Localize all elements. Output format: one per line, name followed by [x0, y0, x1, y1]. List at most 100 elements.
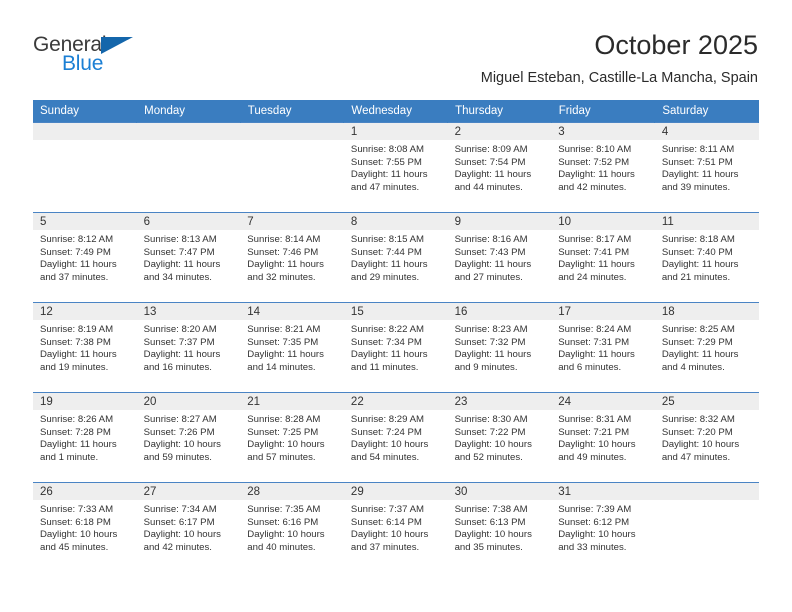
day-number: 17	[551, 303, 655, 320]
day-number	[33, 123, 137, 140]
page-title: October 2025	[594, 30, 758, 60]
day-details: Sunrise: 8:09 AM Sunset: 7:54 PM Daylight:…	[448, 140, 552, 194]
calendar-week-row: 26 Sunrise: 7:33 AM Sunset: 6:18 PM Dayligh…	[33, 482, 759, 572]
sunrise-text: Sunrise: 8:12 AM	[40, 234, 114, 245]
daylight-text-line1: Daylight: 10 hours	[558, 529, 636, 541]
calendar-day-cell[interactable]: 7 Sunrise: 8:14 AM Sunset: 7:46 PM Daylight…	[240, 212, 344, 303]
calendar-day-cell[interactable]: 6 Sunrise: 8:13 AM Sunset: 7:47 PM Daylight…	[136, 212, 241, 303]
calendar-day-cell[interactable]: 17 Sunrise: 8:24 AM Sunset: 7:31 PM Dayligh…	[551, 302, 655, 393]
sunset-text: Sunset: 7:31 PM	[558, 336, 630, 348]
sunrise-text: Sunrise: 7:37 AM	[350, 504, 424, 515]
sunrise-text: Sunrise: 7:34 AM	[143, 504, 217, 515]
daylight-text-line1: Daylight: 11 hours	[40, 439, 117, 451]
calendar-day-cell[interactable]: 11 Sunrise: 8:18 AM Sunset: 7:40 PM Dayligh…	[654, 212, 759, 303]
sunrise-text: Sunrise: 8:30 AM	[454, 414, 528, 425]
daylight-text-line1: Daylight: 11 hours	[558, 259, 635, 271]
sunset-text: Sunset: 7:54 PM	[454, 156, 526, 168]
day-number: 9	[447, 213, 552, 230]
daylight-text-line2: and 24 minutes.	[558, 271, 627, 283]
page-subtitle: Miguel Esteban, Castille-La Mancha, Spai…	[480, 70, 758, 86]
day-details: Sunrise: 8:28 AM Sunset: 7:25 PM Daylight:…	[240, 410, 344, 464]
sunset-text: Sunset: 7:40 PM	[661, 246, 733, 258]
sunset-text: Sunset: 7:26 PM	[143, 426, 215, 438]
triangle-icon	[101, 37, 133, 54]
sunrise-text: Sunrise: 8:23 AM	[454, 324, 528, 335]
sunrise-text: Sunrise: 7:39 AM	[558, 504, 632, 515]
sunset-text: Sunset: 6:18 PM	[40, 516, 111, 528]
calendar-body: 1 Sunrise: 8:08 AM Sunset: 7:55 PM Daylight…	[33, 122, 759, 572]
day-number: 29	[343, 483, 448, 500]
calendar-day-cell[interactable]: 4 Sunrise: 8:11 AM Sunset: 7:51 PM Daylight…	[654, 122, 759, 213]
sunrise-text: Sunrise: 8:25 AM	[661, 324, 735, 335]
calendar-day-cell[interactable]: 25 Sunrise: 8:32 AM Sunset: 7:20 PM Dayligh…	[654, 392, 759, 483]
calendar-day-cell[interactable]: 12 Sunrise: 8:19 AM Sunset: 7:38 PM Dayligh…	[33, 302, 137, 393]
daylight-text-line1: Daylight: 10 hours	[143, 439, 221, 451]
daylight-text-line2: and 32 minutes.	[247, 271, 316, 283]
day-details: Sunrise: 8:11 AM Sunset: 7:51 PM Daylight:…	[655, 140, 759, 194]
calendar-day-cell[interactable]: 24 Sunrise: 8:31 AM Sunset: 7:21 PM Dayligh…	[551, 392, 655, 483]
general-blue-logo[interactable]: General Blue	[33, 28, 148, 76]
day-number: 2	[447, 123, 552, 140]
sunrise-text: Sunrise: 8:18 AM	[661, 234, 735, 245]
calendar-day-cell[interactable]: 20 Sunrise: 8:27 AM Sunset: 7:26 PM Dayligh…	[136, 392, 241, 483]
calendar-day-cell[interactable]: 10 Sunrise: 8:17 AM Sunset: 7:41 PM Dayligh…	[551, 212, 655, 303]
calendar-day-cell[interactable]: 13 Sunrise: 8:20 AM Sunset: 7:37 PM Dayligh…	[136, 302, 241, 393]
sunrise-sunset-calendar: Sunday Monday Tuesday Wednesday Thursday…	[33, 100, 759, 572]
day-number: 7	[240, 213, 344, 230]
calendar-day-cell[interactable]: 14 Sunrise: 8:21 AM Sunset: 7:35 PM Dayligh…	[240, 302, 344, 393]
calendar-day-cell[interactable]: 5 Sunrise: 8:12 AM Sunset: 7:49 PM Daylight…	[33, 212, 137, 303]
day-number: 27	[136, 483, 241, 500]
sunset-text: Sunset: 6:13 PM	[454, 516, 526, 528]
daylight-text-line2: and 16 minutes.	[143, 361, 212, 373]
day-number: 25	[654, 393, 759, 410]
calendar-day-cell[interactable]: 27 Sunrise: 7:34 AM Sunset: 6:17 PM Dayligh…	[136, 482, 241, 572]
sunset-text: Sunset: 7:24 PM	[350, 426, 422, 438]
sunset-text: Sunset: 7:47 PM	[143, 246, 215, 258]
day-number: 10	[551, 213, 655, 230]
calendar-day-cell[interactable]: 31 Sunrise: 7:39 AM Sunset: 6:12 PM Dayligh…	[551, 482, 655, 572]
calendar-day-cell[interactable]: 9 Sunrise: 8:16 AM Sunset: 7:43 PM Daylight…	[447, 212, 552, 303]
day-details: Sunrise: 8:26 AM Sunset: 7:28 PM Daylight:…	[33, 410, 137, 464]
weekday-header-sunday: Sunday	[33, 100, 138, 123]
calendar-day-cell[interactable]: 22 Sunrise: 8:29 AM Sunset: 7:24 PM Dayligh…	[343, 392, 448, 483]
day-number: 5	[33, 213, 137, 230]
sunrise-text: Sunrise: 8:14 AM	[247, 234, 321, 245]
calendar-day-cell[interactable]: 1 Sunrise: 8:08 AM Sunset: 7:55 PM Daylight…	[343, 122, 448, 213]
day-details: Sunrise: 8:32 AM Sunset: 7:20 PM Daylight:…	[655, 410, 759, 464]
weekday-header-friday: Friday	[551, 100, 656, 123]
calendar-day-cell[interactable]: 8 Sunrise: 8:15 AM Sunset: 7:44 PM Daylight…	[343, 212, 448, 303]
calendar-day-cell[interactable]: 21 Sunrise: 8:28 AM Sunset: 7:25 PM Dayligh…	[240, 392, 344, 483]
daylight-text-line2: and 42 minutes.	[143, 541, 212, 553]
calendar-day-cell[interactable]: 2 Sunrise: 8:09 AM Sunset: 7:54 PM Daylight…	[447, 122, 552, 213]
day-number: 11	[654, 213, 759, 230]
day-number: 30	[447, 483, 552, 500]
calendar-day-cell[interactable]: 19 Sunrise: 8:26 AM Sunset: 7:28 PM Dayligh…	[33, 392, 137, 483]
weekday-header-row: Sunday Monday Tuesday Wednesday Thursday…	[33, 100, 759, 123]
calendar-day-cell[interactable]: 16 Sunrise: 8:23 AM Sunset: 7:32 PM Dayligh…	[447, 302, 552, 393]
calendar-day-cell[interactable]: 29 Sunrise: 7:37 AM Sunset: 6:14 PM Dayligh…	[343, 482, 448, 572]
calendar-day-cell[interactable]: 18 Sunrise: 8:25 AM Sunset: 7:29 PM Dayligh…	[654, 302, 759, 393]
sunset-text: Sunset: 7:28 PM	[40, 426, 111, 438]
sunset-text: Sunset: 7:44 PM	[350, 246, 422, 258]
calendar-day-cell[interactable]: 15 Sunrise: 8:22 AM Sunset: 7:34 PM Dayligh…	[343, 302, 448, 393]
weekday-header-tuesday: Tuesday	[240, 100, 345, 123]
daylight-text-line1: Daylight: 11 hours	[247, 259, 324, 271]
calendar-day-cell[interactable]: 28 Sunrise: 7:35 AM Sunset: 6:16 PM Dayligh…	[240, 482, 344, 572]
day-details: Sunrise: 8:27 AM Sunset: 7:26 PM Daylight:…	[137, 410, 241, 464]
calendar-day-cell[interactable]: 26 Sunrise: 7:33 AM Sunset: 6:18 PM Dayligh…	[33, 482, 137, 572]
daylight-text-line1: Daylight: 10 hours	[454, 439, 532, 451]
daylight-text-line1: Daylight: 11 hours	[143, 259, 221, 271]
sunset-text: Sunset: 7:29 PM	[661, 336, 733, 348]
daylight-text-line2: and 35 minutes.	[454, 541, 523, 553]
calendar-day-cell[interactable]: 3 Sunrise: 8:10 AM Sunset: 7:52 PM Daylight…	[551, 122, 655, 213]
sunset-text: Sunset: 7:20 PM	[661, 426, 733, 438]
daylight-text-line1: Daylight: 10 hours	[454, 529, 532, 541]
sunrise-text: Sunrise: 8:19 AM	[40, 324, 114, 335]
day-number: 21	[240, 393, 344, 410]
sunrise-text: Sunrise: 8:11 AM	[661, 144, 735, 155]
sunset-text: Sunset: 7:55 PM	[350, 156, 422, 168]
calendar-day-cell[interactable]: 23 Sunrise: 8:30 AM Sunset: 7:22 PM Dayligh…	[447, 392, 552, 483]
title-block: October 2025 Miguel Esteban, Castille-La…	[481, 28, 758, 87]
day-details: Sunrise: 8:25 AM Sunset: 7:29 PM Daylight:…	[655, 320, 759, 374]
calendar-day-cell[interactable]: 30 Sunrise: 7:38 AM Sunset: 6:13 PM Dayligh…	[447, 482, 552, 572]
